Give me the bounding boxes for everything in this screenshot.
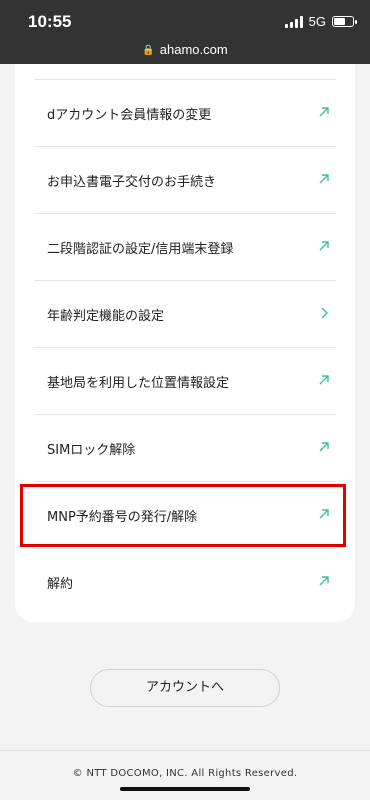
external-arrow-icon	[319, 442, 329, 452]
footer-copyright: © NTT DOCOMO, INC. All Rights Reserved.	[72, 768, 298, 779]
external-arrow-icon	[319, 174, 329, 184]
battery-icon	[332, 16, 357, 27]
url-text: ahamo.com	[159, 42, 228, 57]
menu-item-label: 基地局を利用した位置情報設定	[47, 376, 230, 391]
menu-item-e-delivery[interactable]: お申込書電子交付のお手続き	[34, 146, 336, 213]
external-arrow-icon	[319, 375, 329, 385]
home-indicator[interactable]	[120, 787, 250, 791]
menu-item-cancel[interactable]: 解約	[34, 548, 336, 615]
lock-icon: 🔒	[142, 45, 155, 56]
network-label: 5G	[308, 14, 326, 29]
footer-divider	[0, 750, 370, 751]
menu-item-location[interactable]: 基地局を利用した位置情報設定	[34, 347, 336, 414]
chevron-right-icon	[321, 307, 328, 319]
highlight-box	[20, 484, 346, 547]
external-arrow-icon	[319, 107, 329, 117]
menu-item-label: 二段階認証の設定/信用端末登録	[47, 242, 234, 257]
menu-item-d-account[interactable]: dアカウント会員情報の変更	[34, 79, 336, 146]
menu-item-label: dアカウント会員情報の変更	[47, 108, 212, 123]
account-button[interactable]: アカウントへ	[90, 669, 280, 707]
menu-item-sim-unlock[interactable]: SIMロック解除	[34, 414, 336, 481]
menu-item-two-step-auth[interactable]: 二段階認証の設定/信用端末登録	[34, 213, 336, 280]
menu-item-label: SIMロック解除	[47, 443, 136, 458]
signal-icon	[284, 15, 303, 28]
menu-item-label: 解約	[47, 577, 74, 592]
status-time: 10:55	[28, 12, 72, 31]
status-bar: 10:55 5G 🔒 ahamo.com	[0, 0, 370, 64]
url-bar[interactable]: 🔒 ahamo.com	[0, 42, 370, 57]
external-arrow-icon	[319, 576, 329, 586]
external-arrow-icon	[319, 241, 329, 251]
status-indicators: 5G	[284, 14, 357, 29]
menu-item-label: お申込書電子交付のお手続き	[47, 175, 217, 190]
menu-item-label: 年齢判定機能の設定	[47, 309, 165, 324]
menu-item-age-check[interactable]: 年齢判定機能の設定	[34, 280, 336, 347]
